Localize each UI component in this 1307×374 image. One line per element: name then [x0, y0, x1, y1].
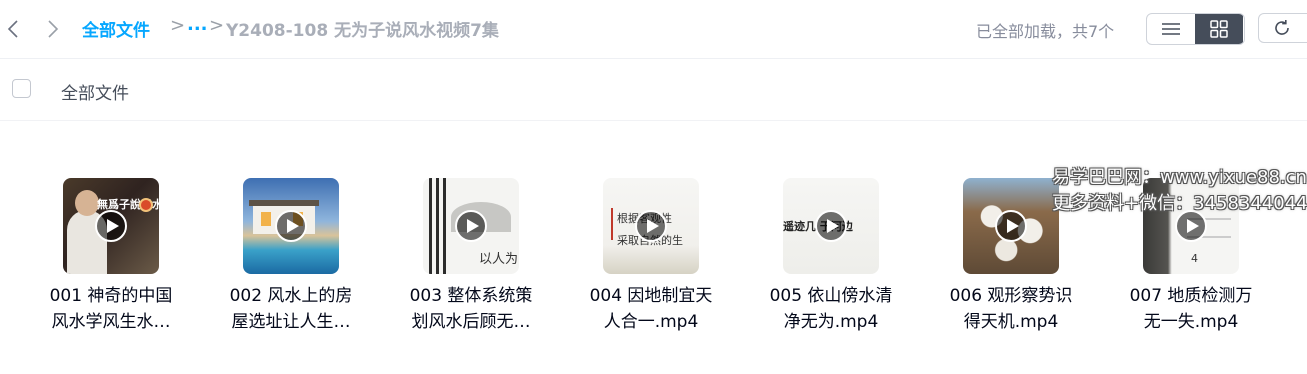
play-icon: [995, 210, 1027, 242]
file-name-line: 002 风水上的房: [229, 286, 353, 306]
file-name: 004 因地制宜天 人合一.mp4: [581, 283, 721, 335]
file-name-line: 007 地质检测万: [1129, 286, 1253, 306]
list-header-title: 全部文件: [61, 84, 129, 104]
text-marker: [611, 208, 613, 240]
list-view-button[interactable]: [1147, 14, 1195, 44]
view-toggle: [1146, 13, 1245, 45]
breadcrumb-ellipsis[interactable]: ...: [187, 14, 208, 35]
file-name-line: 得天机.mp4: [963, 312, 1059, 332]
file-name: 001 神奇的中国 风水学风生水…: [41, 283, 181, 335]
select-all-checkbox[interactable]: [12, 79, 31, 98]
file-name-line: 004 因地制宜天: [589, 286, 713, 306]
grid-view-button[interactable]: [1195, 14, 1243, 44]
breadcrumb-separator: >: [170, 15, 186, 36]
file-item[interactable]: 遥迹几 于河边 005 依山傍水清 净无为.mp4: [770, 178, 943, 338]
file-name-line: 净无为.mp4: [783, 312, 879, 332]
house-window: [261, 212, 271, 226]
watermark-line: 更多资料+微信：3458344044: [1052, 193, 1307, 214]
file-name: 003 整体系统策 划风水后顾无…: [401, 283, 541, 335]
play-icon: [455, 210, 487, 242]
file-name-line: 人合一.mp4: [603, 312, 699, 332]
file-item[interactable]: 無爲子說風水 001 神奇的中国 风水学风生水…: [50, 178, 223, 338]
file-name: 002 风水上的房 屋选址让人生…: [221, 283, 361, 335]
file-name: 005 依山傍水清 净无为.mp4: [761, 283, 901, 335]
thumbnail-caption: 4: [1191, 252, 1198, 265]
play-icon: [635, 210, 667, 242]
chevron-left-icon: [7, 20, 18, 38]
play-icon: [95, 210, 127, 242]
load-status: 已全部加载，共7个: [976, 22, 1115, 41]
breadcrumb-separator: >: [209, 15, 225, 36]
list-header: [0, 59, 1307, 121]
file-name: 007 地质检测万 无一失.mp4: [1121, 283, 1261, 335]
file-name-line: 无一失.mp4: [1143, 312, 1239, 332]
file-name-line: 风水学风生水…: [51, 312, 171, 332]
house-roof: [249, 200, 319, 206]
seal-icon: [139, 198, 153, 212]
file-name-line: 005 依山傍水清: [769, 286, 893, 306]
file-name-line: 003 整体系统策: [409, 286, 533, 306]
frame-line: [443, 178, 446, 274]
file-name: 006 观形察势识 得天机.mp4: [941, 283, 1081, 335]
grid-icon: [1210, 20, 1228, 38]
back-button[interactable]: [0, 14, 26, 44]
file-name-line: 001 神奇的中国: [49, 286, 173, 306]
forward-button[interactable]: [40, 14, 66, 44]
chevron-right-icon: [48, 20, 59, 38]
list-icon: [1162, 23, 1180, 35]
frame-line: [436, 178, 439, 274]
file-name-line: 划风水后顾无…: [411, 312, 531, 332]
file-item[interactable]: 根据客观性 采取自然的生 004 因地制宜天 人合一.mp4: [590, 178, 763, 338]
play-icon: [815, 210, 847, 242]
refresh-icon: [1275, 20, 1289, 35]
breadcrumb-current: Y2408-108 无为子说风水视频7集: [226, 21, 499, 41]
refresh-button[interactable]: [1258, 13, 1307, 43]
file-name-line: 屋选址让人生…: [231, 312, 351, 332]
frame-line: [429, 178, 432, 274]
watermark-line: 易学巴巴网：www.yixue88.cn: [1052, 167, 1307, 188]
person-head: [75, 190, 99, 216]
play-icon: [275, 210, 307, 242]
breadcrumb-root[interactable]: 全部文件: [82, 16, 150, 41]
file-item[interactable]: 以人为 003 整体系统策 划风水后顾无…: [410, 178, 583, 338]
file-item[interactable]: 002 风水上的房 屋选址让人生…: [230, 178, 403, 338]
thumbnail-caption: 以人为: [479, 252, 519, 267]
file-name-line: 006 观形察势识: [949, 286, 1073, 306]
